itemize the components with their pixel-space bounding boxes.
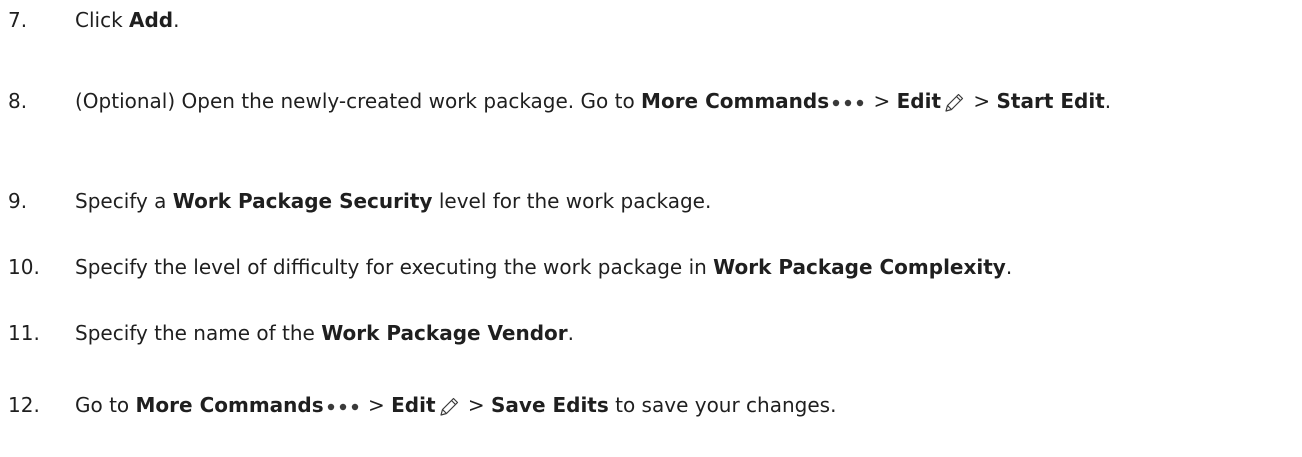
ui-term: Add [129,8,174,32]
step-text-fragment: > [361,393,392,417]
step-number: 12. [8,393,40,417]
ui-term: Work Package Vendor [321,321,568,345]
step-text: Go to More Commands > Edit > Save Edits … [75,389,1290,421]
step-text-fragment: . [1104,89,1112,113]
step-text-fragment: Specify a [75,189,173,213]
more-commands-icon [326,401,360,413]
step-number: 11. [8,321,40,345]
step-text-fragment: Click [75,8,130,32]
step-text: Specify the name of the Work Package Ven… [75,317,1290,349]
step-text-fragment: Go to [75,393,136,417]
ui-term: Work Package Security [172,189,433,213]
step-number: 7. [8,8,28,32]
step-text: Specify the level of difficulty for exec… [75,251,1290,283]
step-text-fragment: to save your changes. [608,393,837,417]
step-text-fragment: . [173,8,180,32]
step-text-fragment: > [461,393,491,417]
ui-term: Start Edit [996,89,1105,113]
ui-term: More Commands [135,393,324,417]
step-text-fragment: level for the work package. [432,189,712,213]
step-text-fragment: (Optional) Open the newly-created work p… [75,89,642,113]
step-text-fragment: > [967,89,997,113]
step-number: 10. [8,255,40,279]
edit-pencil-icon [438,396,460,418]
step-text: Specify a Work Package Security level fo… [75,185,1290,217]
step-text: (Optional) Open the newly-created work p… [75,85,1290,117]
step-text-fragment: Specify the level of difficulty for exec… [75,255,714,279]
step-text-fragment: . [1005,255,1013,279]
ui-term: Edit [391,393,436,417]
ui-term: Work Package Complexity [713,255,1006,279]
step-text: Click Add. [75,4,1290,36]
step-number: 8. [8,89,28,113]
step-text-fragment: > [867,89,897,113]
step-text-fragment: Specify the name of the [75,321,322,345]
document-page: { "steps": [ { "num": "7.", "parts": [ {… [0,0,1302,457]
step-text-fragment: . [567,321,574,345]
more-commands-icon [831,97,865,109]
ui-term: More Commands [641,89,830,113]
edit-pencil-icon [943,92,965,114]
ui-term: Save Edits [491,393,609,417]
ui-term: Edit [896,89,942,113]
step-number: 9. [8,189,28,213]
